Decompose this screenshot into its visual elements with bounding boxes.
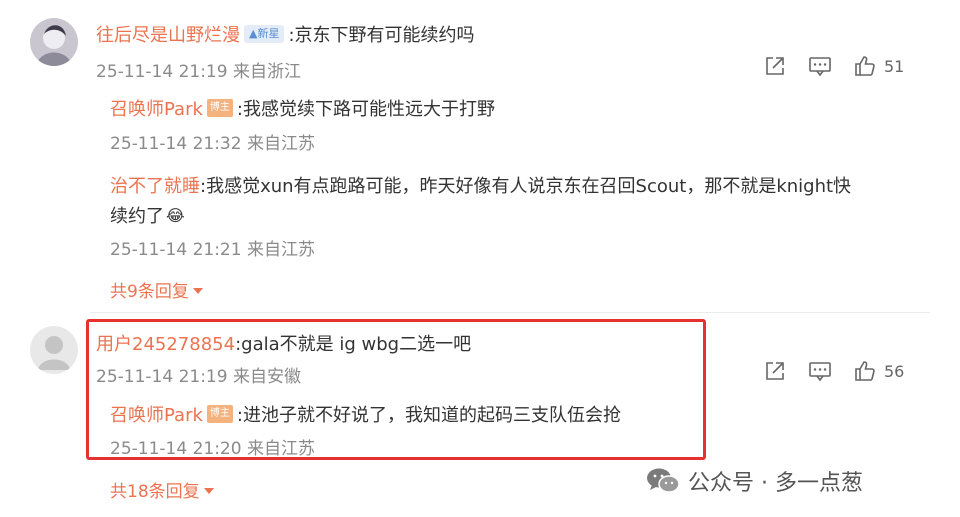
reply-meta: 25-11-14 21:20 来自江苏 bbox=[110, 439, 315, 459]
host-badge: 博主 bbox=[206, 405, 233, 423]
comment-header: 往后尽是山野烂漫 ▲新星 :京东下野有可能续约吗 bbox=[96, 21, 475, 47]
reply-text: :我感觉续下路可能性远大于打野 bbox=[236, 99, 495, 120]
reply-header: 召唤师Park 博主 :我感觉续下路可能性远大于打野 bbox=[110, 95, 495, 121]
reply-meta: 25-11-14 21:32 来自江苏 bbox=[110, 134, 315, 154]
reply-text-continued: 续约了 😂 bbox=[110, 202, 185, 228]
like-count: 56 bbox=[884, 361, 905, 381]
reply-text: :进池子就不好说了，我知道的起码三支队伍会抢 bbox=[236, 405, 621, 426]
more-replies-label: 共18条回复 bbox=[110, 482, 200, 502]
reply-text: :我感觉xun有点跑路可能，昨天好像有人说京东在召回Scout，那不就是knig… bbox=[200, 176, 852, 197]
reply-header: 治不了就睡 :我感觉xun有点跑路可能，昨天好像有人说京东在召回Scout，那不… bbox=[110, 172, 851, 198]
watermark: 公众号 · 多一点葱 bbox=[646, 465, 863, 497]
comment-text: :京东下野有可能续约吗 bbox=[288, 25, 475, 46]
share-icon[interactable] bbox=[764, 55, 786, 77]
reply-username[interactable]: 召唤师Park bbox=[110, 95, 203, 121]
comment-actions: 51 bbox=[764, 55, 904, 77]
caret-down-icon bbox=[203, 487, 214, 494]
divider bbox=[90, 312, 930, 313]
reply-meta: 25-11-14 21:21 来自江苏 bbox=[110, 240, 315, 260]
comment-meta: 25-11-14 21:19 来自浙江 bbox=[96, 62, 301, 82]
like-button[interactable]: 51 bbox=[854, 55, 904, 77]
like-count: 51 bbox=[884, 56, 905, 76]
comment-icon[interactable] bbox=[808, 360, 832, 382]
comment-text: :gala不就是 ig wbg二选一吧 bbox=[235, 334, 472, 355]
more-replies-link[interactable]: 共9条回复 bbox=[110, 277, 203, 302]
watermark-text: 公众号 · 多一点葱 bbox=[688, 471, 863, 496]
comment-icon[interactable] bbox=[808, 55, 832, 77]
reply-username[interactable]: 召唤师Park bbox=[110, 401, 203, 427]
user-badge: ▲新星 bbox=[244, 25, 285, 43]
comment-header: 用户245278854 :gala不就是 ig wbg二选一吧 bbox=[96, 330, 471, 356]
thumb-up-icon bbox=[855, 56, 875, 76]
host-badge: 博主 bbox=[206, 99, 233, 117]
reply-username[interactable]: 治不了就睡 bbox=[110, 172, 200, 198]
comment-actions: 56 bbox=[764, 360, 904, 382]
avatar[interactable] bbox=[30, 326, 78, 374]
comment-meta: 25-11-14 21:19 来自安徽 bbox=[96, 367, 301, 387]
laugh-emoji-icon: 😂 bbox=[166, 205, 185, 225]
comment-username[interactable]: 往后尽是山野烂漫 bbox=[96, 21, 240, 47]
thumb-up-icon bbox=[855, 361, 875, 381]
caret-down-icon bbox=[192, 287, 203, 294]
more-replies-link[interactable]: 共18条回复 bbox=[110, 477, 214, 502]
share-icon[interactable] bbox=[764, 360, 786, 382]
reply-header: 召唤师Park 博主 :进池子就不好说了，我知道的起码三支队伍会抢 bbox=[110, 401, 621, 427]
comment-username[interactable]: 用户245278854 bbox=[96, 330, 235, 356]
more-replies-label: 共9条回复 bbox=[110, 282, 189, 302]
wechat-icon bbox=[647, 468, 680, 493]
like-button[interactable]: 56 bbox=[854, 360, 904, 382]
reply-text-line2: 续约了 bbox=[110, 206, 164, 227]
avatar[interactable] bbox=[30, 18, 78, 66]
